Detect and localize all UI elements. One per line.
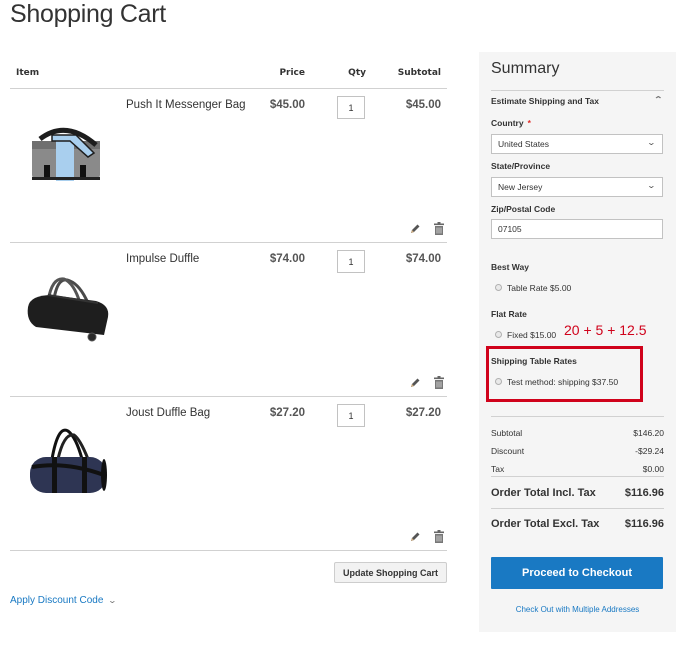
totals-discount: Discount -$29.24 (491, 446, 664, 456)
totals-value: -$29.24 (635, 446, 664, 456)
totals-subtotal: Subtotal $146.20 (491, 428, 664, 438)
trash-icon[interactable] (433, 528, 445, 543)
qty-input[interactable] (337, 250, 365, 273)
pencil-icon[interactable] (409, 528, 421, 541)
chevron-down-icon: ⌄ (646, 181, 657, 190)
shipping-rate-label: Test method: shipping $37.50 (507, 377, 619, 387)
page-title: Shopping Cart (10, 0, 166, 28)
shipping-rate-option[interactable]: Table Rate $5.00 (495, 283, 571, 293)
estimate-shipping-heading: Estimate Shipping and Tax (491, 96, 599, 106)
cart-item-row: Push It Messenger Bag $45.00 $45.00 (10, 89, 447, 243)
column-header-qty: Qty (348, 68, 366, 78)
annotation-calculation: 20 + 5 + 12.5 (564, 322, 647, 338)
trash-icon[interactable] (433, 374, 445, 389)
estimate-shipping-toggle[interactable]: Estimate Shipping and Tax ⌃ (491, 95, 664, 106)
divider (491, 476, 664, 477)
pencil-icon[interactable] (409, 374, 421, 387)
trash-icon[interactable] (433, 220, 445, 235)
radio-button[interactable] (495, 378, 502, 385)
divider (491, 508, 664, 509)
product-subtotal: $27.20 (405, 407, 441, 419)
shipping-rate-label: Table Rate $5.00 (507, 283, 572, 293)
carrier-title-shipping-table-rates: Shipping Table Rates (491, 356, 577, 366)
product-price: $27.20 (269, 407, 305, 419)
grand-total-value: $116.96 (624, 518, 664, 530)
country-select-value: United States (498, 139, 550, 149)
product-name-link[interactable]: Push It Messenger Bag (126, 99, 246, 111)
state-label: State/Province (491, 161, 551, 171)
cart-table: Item Price Qty Subtotal Push It Messenge… (10, 60, 447, 551)
update-shopping-cart-button[interactable]: Update Shopping Cart (334, 562, 447, 583)
totals-label: Discount (491, 446, 525, 456)
cart-table-header: Item Price Qty Subtotal (10, 60, 447, 89)
radio-button[interactable] (495, 284, 502, 291)
divider (491, 416, 664, 417)
order-total-excl-tax: Order Total Excl. Tax $116.96 (491, 518, 664, 530)
country-label: Country * (491, 118, 531, 128)
summary-title: Summary (491, 60, 560, 77)
carrier-title-flat-rate: Flat Rate (491, 309, 527, 319)
state-select[interactable]: New Jersey ⌄ (491, 177, 663, 197)
order-total-incl-tax: Order Total Incl. Tax $116.96 (491, 487, 664, 499)
qty-input[interactable] (337, 404, 365, 427)
product-image-messenger-bag[interactable] (18, 101, 114, 207)
cart-item-row: Impulse Duffle $74.00 $74.00 (10, 243, 447, 397)
radio-button[interactable] (495, 331, 502, 338)
shipping-rate-option[interactable]: Test method: shipping $37.50 (495, 377, 618, 387)
shipping-rate-option[interactable]: Fixed $15.00 (495, 330, 556, 340)
totals-value: $0.00 (642, 464, 664, 474)
column-header-item: Item (16, 68, 40, 78)
product-price: $45.00 (269, 99, 305, 111)
qty-input[interactable] (337, 96, 365, 119)
grand-total-value: $116.96 (624, 487, 664, 499)
totals-value: $146.20 (633, 428, 664, 438)
product-name-link[interactable]: Impulse Duffle (126, 253, 199, 265)
totals-tax: Tax $0.00 (491, 464, 664, 474)
divider (491, 90, 664, 91)
totals-label: Tax (491, 464, 505, 474)
order-summary-panel: Summary Estimate Shipping and Tax ⌃ Coun… (479, 52, 676, 632)
shipping-rate-label: Fixed $15.00 (507, 330, 557, 340)
product-subtotal: $74.00 (405, 253, 441, 265)
country-select[interactable]: United States ⌄ (491, 134, 663, 154)
product-subtotal: $45.00 (405, 99, 441, 111)
totals-label: Subtotal (491, 428, 523, 438)
grand-total-label: Order Total Incl. Tax (491, 487, 596, 499)
proceed-to-checkout-button[interactable]: Proceed to Checkout (491, 557, 663, 589)
highlight-box (486, 346, 643, 402)
chevron-down-icon: ⌄ (646, 138, 657, 147)
zip-label: Zip/Postal Code (491, 204, 556, 214)
required-marker: * (527, 118, 531, 128)
chevron-down-icon: ⌄ (108, 596, 118, 605)
product-image-impulse-duffle[interactable] (18, 255, 114, 361)
apply-discount-code-toggle[interactable]: Apply Discount Code ⌄ (10, 595, 118, 606)
country-label-text: Country (491, 118, 524, 128)
product-image-joust-duffle[interactable] (18, 409, 114, 515)
column-header-price: Price (279, 68, 305, 78)
pencil-icon[interactable] (409, 220, 421, 233)
zip-input[interactable] (491, 219, 663, 239)
column-header-subtotal: Subtotal (397, 68, 441, 78)
chevron-up-icon: ⌃ (653, 95, 664, 104)
product-price: $74.00 (269, 253, 305, 265)
carrier-title-best-way: Best Way (491, 262, 529, 272)
checkout-multiple-addresses-link[interactable]: Check Out with Multiple Addresses (479, 605, 676, 614)
cart-item-row: Joust Duffle Bag $27.20 $27.20 (10, 397, 447, 551)
state-select-value: New Jersey (498, 182, 543, 192)
grand-total-label: Order Total Excl. Tax (491, 518, 600, 530)
product-name-link[interactable]: Joust Duffle Bag (126, 407, 210, 419)
apply-discount-code-label: Apply Discount Code (10, 595, 104, 606)
